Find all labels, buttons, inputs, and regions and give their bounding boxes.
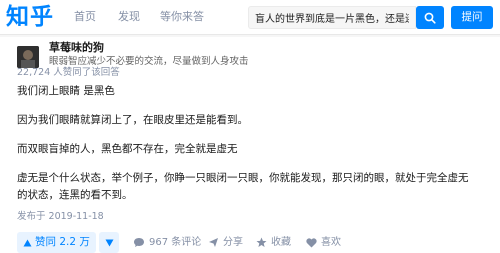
upvote-label: 赞同 2.2 万 — [35, 236, 90, 248]
star-icon — [256, 237, 267, 247]
share-icon — [209, 238, 218, 247]
downvote-button[interactable] — [99, 232, 119, 253]
heart-icon — [306, 237, 317, 247]
answer-paragraph: 的状态，连黑的看不到。 — [17, 189, 133, 201]
nav-waiting-answers[interactable]: 等你来答 — [160, 10, 204, 24]
answer-paragraph: 而双眼盲掉的人，黑色都不存在，完全就是虚无 — [17, 143, 238, 155]
search-input[interactable] — [249, 7, 415, 28]
avatar-image — [17, 46, 39, 68]
triangle-down-icon — [105, 239, 113, 246]
author-name[interactable]: 草莓味的狗 — [49, 41, 104, 55]
top-bar: 知乎 首页 发现 等你来答 提问 — [0, 0, 500, 35]
vote-summary[interactable]: 22,724 人赞同了该回答 — [17, 66, 120, 79]
answer-paragraph: 我们闭上眼睛 是黑色 — [17, 85, 115, 97]
comments-label: 967 条评论 — [149, 237, 202, 248]
nav-explore[interactable]: 发现 — [118, 10, 140, 24]
ask-question-button[interactable]: 提问 — [451, 6, 493, 29]
comment-icon — [134, 238, 144, 247]
favorite-label: 收藏 — [271, 237, 291, 248]
like-button[interactable]: 喜欢 — [306, 232, 341, 253]
action-bar: 赞同 2.2 万 967 条评论 分享 收藏 喜欢 — [0, 229, 500, 253]
share-button[interactable]: 分享 — [208, 232, 243, 253]
favorite-button[interactable]: 收藏 — [256, 232, 291, 253]
answer-paragraph: 虚无是个什么状态，举个例子，你睁一只眼闭一只眼，你就能发现，那只闭的眼，就处于完… — [17, 172, 469, 184]
search-button[interactable] — [416, 6, 444, 29]
comments-button[interactable]: 967 条评论 — [133, 232, 201, 253]
answer-card: 草莓味的狗 眼弱智应减少不必要的交流，尽量做到人身攻击 22,724 人赞同了该… — [0, 37, 500, 253]
search-icon — [424, 12, 436, 24]
search-box[interactable] — [248, 6, 416, 29]
answer-paragraph: 因为我们眼睛就算闭上了，在眼皮里还是能看到。 — [17, 114, 248, 126]
upvote-button[interactable]: 赞同 2.2 万 — [17, 232, 96, 253]
zhihu-logo[interactable]: 知乎 — [6, 3, 54, 31]
publish-date[interactable]: 发布于 2019-11-18 — [17, 210, 104, 223]
share-label: 分享 — [223, 237, 243, 248]
nav-home[interactable]: 首页 — [74, 10, 96, 24]
avatar[interactable] — [17, 46, 39, 68]
triangle-up-icon — [23, 239, 32, 246]
like-label: 喜欢 — [321, 237, 341, 248]
